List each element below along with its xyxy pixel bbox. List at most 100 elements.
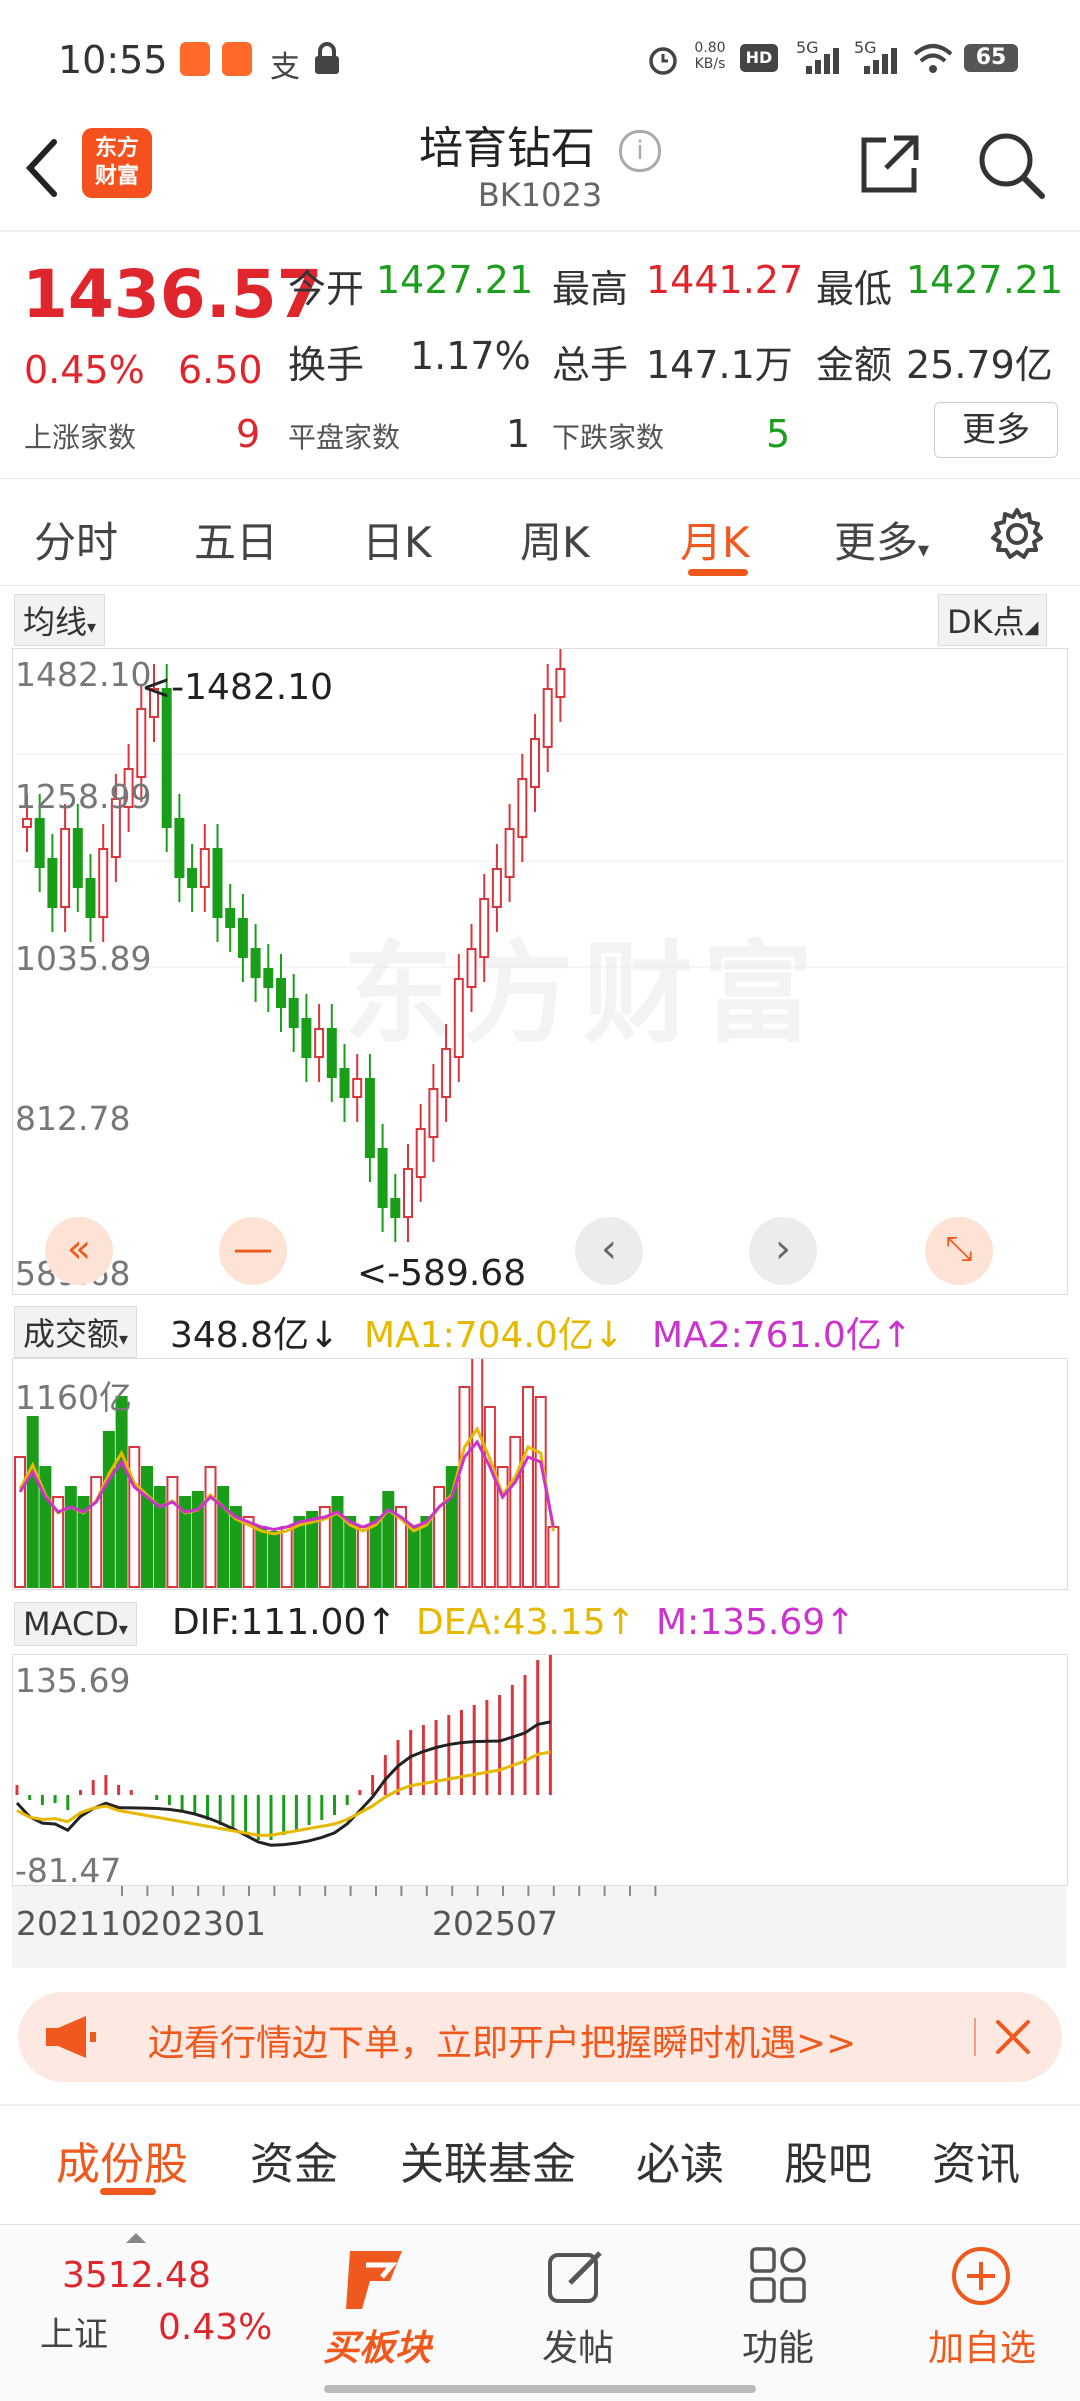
- candle: [517, 778, 528, 838]
- dk-selector[interactable]: DK点◢: [938, 594, 1048, 646]
- candle: [85, 878, 96, 918]
- tab-news[interactable]: 资讯: [932, 2128, 1020, 2192]
- volume-bar: [268, 1531, 280, 1588]
- volume-bar: [382, 1491, 395, 1588]
- tab-must-read[interactable]: 必读: [636, 2128, 724, 2192]
- volume-chart: [14, 1359, 560, 1588]
- post-icon[interactable]: [546, 2245, 608, 2307]
- app-notification-icon: [180, 42, 210, 76]
- index-name[interactable]: 上证: [40, 2307, 108, 2356]
- signal-icon: [806, 48, 839, 74]
- candle: [60, 828, 71, 908]
- buy-board-label[interactable]: 买板块: [304, 2319, 450, 2371]
- candle: [250, 948, 261, 978]
- active-bottom-tab-indicator: [100, 2188, 156, 2195]
- candle: [212, 848, 223, 918]
- y-label-4: 812.78: [15, 1099, 131, 1138]
- scroll-start-button[interactable]: «: [45, 1217, 113, 1285]
- volume-bar: [141, 1466, 153, 1588]
- candle: [288, 998, 299, 1028]
- turnover-value: 1.17%: [410, 334, 531, 378]
- tab-weekly-k[interactable]: 周K: [520, 509, 590, 570]
- nav-bar: 东方 财富 培育钻石 i BK1023: [0, 110, 1080, 230]
- candle: [555, 668, 566, 698]
- flat-count: 1: [506, 412, 531, 456]
- change-pct: 0.45%: [24, 348, 145, 392]
- close-icon[interactable]: [990, 2014, 1036, 2060]
- macd-selector[interactable]: MACD▾: [14, 1602, 137, 1646]
- index-value[interactable]: 3512.48: [62, 2255, 211, 2296]
- settings-icon[interactable]: [990, 507, 1044, 561]
- volume-bar: [26, 1416, 39, 1588]
- add-watchlist-label[interactable]: 加自选: [912, 2319, 1052, 2371]
- high-value: 1441.27: [646, 258, 804, 302]
- candle: [479, 898, 490, 958]
- candle: [491, 868, 502, 908]
- quote-panel: 1436.57 0.45% 6.50 今开 1427.21 最高 1441.27…: [0, 232, 1080, 478]
- tab-funds[interactable]: 资金: [250, 2128, 338, 2192]
- add-watchlist-icon[interactable]: [950, 2245, 1012, 2307]
- info-icon[interactable]: i: [619, 130, 661, 172]
- home-indicator: [324, 2385, 756, 2393]
- volume-bar: [255, 1526, 268, 1588]
- candle: [22, 818, 32, 828]
- x-label-end: 202507: [432, 1904, 558, 1943]
- functions-icon[interactable]: [748, 2245, 808, 2305]
- buy-board-icon[interactable]: [340, 2247, 412, 2313]
- volume-panel[interactable]: 1160亿: [12, 1358, 1068, 1590]
- y-label-max: 1482.10: [15, 655, 152, 694]
- tab-intraday[interactable]: 分时: [34, 509, 118, 570]
- expand-up-icon[interactable]: [124, 2231, 148, 2245]
- ma2-value: MA2:761.0亿↑: [652, 1315, 912, 1356]
- prev-button[interactable]: ‹: [575, 1217, 643, 1285]
- functions-label[interactable]: 功能: [718, 2319, 838, 2371]
- macd-chart: [15, 1655, 552, 1847]
- active-tab-indicator: [688, 569, 748, 576]
- fullscreen-button[interactable]: ⤡: [925, 1217, 993, 1285]
- candle: [47, 858, 58, 908]
- candle: [542, 688, 553, 748]
- candle: [428, 1088, 439, 1138]
- tab-five-day[interactable]: 五日: [194, 509, 278, 570]
- post-label[interactable]: 发帖: [518, 2319, 638, 2371]
- amount-label: 金额: [816, 343, 893, 387]
- ma-selector[interactable]: 均线▾: [14, 594, 106, 646]
- alipay-icon: 支: [270, 50, 300, 85]
- x-label-mid: 202301: [140, 1904, 266, 1943]
- tab-forum[interactable]: 股吧: [784, 2128, 872, 2192]
- up-count-label: 上涨家数: [24, 421, 137, 454]
- kline-panel[interactable]: 东方财富 1482.10 1258.99 1035.89 812.78 589.…: [12, 648, 1068, 1295]
- candle: [364, 1078, 375, 1158]
- wifi-icon: [913, 44, 953, 73]
- candle: [237, 918, 248, 958]
- candle: [276, 978, 286, 1008]
- candle: [72, 828, 83, 888]
- tab-more[interactable]: 更多▾: [834, 509, 929, 570]
- candle: [174, 818, 185, 878]
- candle: [530, 738, 540, 788]
- signal2-icon: [864, 48, 897, 74]
- volume-value: 147.1万: [646, 343, 793, 387]
- search-icon[interactable]: [976, 130, 1046, 200]
- share-icon[interactable]: [858, 132, 922, 196]
- tab-related-funds[interactable]: 关联基金: [400, 2128, 576, 2192]
- tab-daily-k[interactable]: 日K: [362, 509, 432, 570]
- m-value: M:135.69↑: [656, 1602, 856, 1643]
- tab-constituents[interactable]: 成份股: [56, 2128, 188, 2192]
- account-banner[interactable]: 边看行情边下单，立即开户把握瞬时机遇>>: [18, 1992, 1062, 2082]
- volume-bar: [522, 1386, 534, 1588]
- more-button[interactable]: 更多: [934, 402, 1058, 458]
- min-marker: <-589.68: [357, 1253, 527, 1294]
- candle: [136, 708, 147, 778]
- macd-panel[interactable]: 135.69 -81.47: [12, 1654, 1068, 1890]
- candle: [453, 978, 464, 1058]
- next-button[interactable]: ›: [749, 1217, 817, 1285]
- zoom-out-button[interactable]: —: [219, 1217, 287, 1285]
- index-change-pct[interactable]: 0.43%: [158, 2307, 272, 2348]
- net-speed: 0.80 KB/s: [694, 40, 726, 72]
- candle: [377, 1148, 388, 1208]
- tab-monthly-k[interactable]: 月K: [680, 509, 750, 570]
- candle: [263, 968, 274, 988]
- volume-selector[interactable]: 成交额▾: [14, 1306, 138, 1358]
- status-bar: 10:55 支 0.80 KB/s HD 5G 5G 65: [0, 0, 1080, 110]
